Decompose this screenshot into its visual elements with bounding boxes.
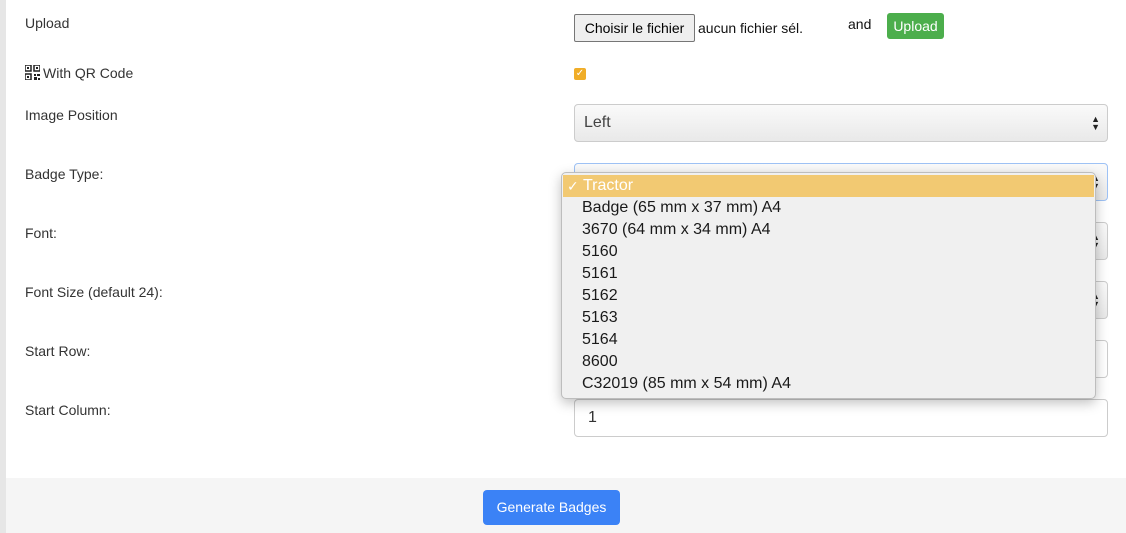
qr-code-icon (25, 65, 40, 80)
badge-type-option[interactable]: C32019 (85 mm x 54 mm) A4 (562, 373, 1095, 395)
generate-badges-button[interactable]: Generate Badges (483, 490, 620, 525)
badge-type-option[interactable]: ✓ Tractor (563, 175, 1094, 197)
image-position-label: Image Position (25, 107, 118, 123)
image-position-select[interactable]: Left ▲ ▼ (574, 104, 1108, 142)
badge-type-option[interactable]: 5162 (562, 285, 1095, 307)
start-row-label: Start Row: (25, 343, 91, 359)
badge-type-option[interactable]: 8600 (562, 351, 1095, 373)
font-label: Font: (25, 225, 57, 241)
qr-code-label: With QR Code (43, 65, 134, 81)
page-left-border (0, 0, 6, 533)
checkmark-icon: ✓ (567, 178, 579, 194)
badge-type-label: Badge Type: (25, 166, 104, 182)
badge-type-option[interactable]: 5160 (562, 241, 1095, 263)
badge-type-option[interactable]: 5161 (562, 263, 1095, 285)
badge-type-option[interactable]: Badge (65 mm x 37 mm) A4 (562, 197, 1095, 219)
choose-file-button[interactable]: Choisir le fichier (574, 14, 695, 42)
start-column-input[interactable]: 1 (574, 399, 1108, 437)
qr-code-label-row: With QR Code (25, 65, 133, 81)
select-arrows-icon: ▲▼ (1091, 114, 1100, 132)
file-status-text: aucun fichier sél. (698, 20, 804, 36)
upload-button[interactable]: Upload (887, 13, 944, 39)
badge-type-option[interactable]: 3670 (64 mm x 34 mm) A4 (562, 219, 1095, 241)
qr-code-checkbox[interactable]: ✓ (574, 68, 586, 80)
upload-label: Upload (25, 15, 70, 31)
badge-type-dropdown: ✓ Tractor Badge (65 mm x 37 mm) A4 3670 (… (561, 172, 1096, 399)
badge-type-option[interactable]: 5163 (562, 307, 1095, 329)
badge-type-option[interactable]: 5164 (562, 329, 1095, 351)
checkmark-icon: ✓ (575, 68, 585, 79)
font-size-label: Font Size (default 24): (25, 284, 163, 300)
and-text: and (848, 16, 872, 32)
image-position-value: Left (584, 114, 611, 131)
start-column-label: Start Column: (25, 402, 111, 418)
